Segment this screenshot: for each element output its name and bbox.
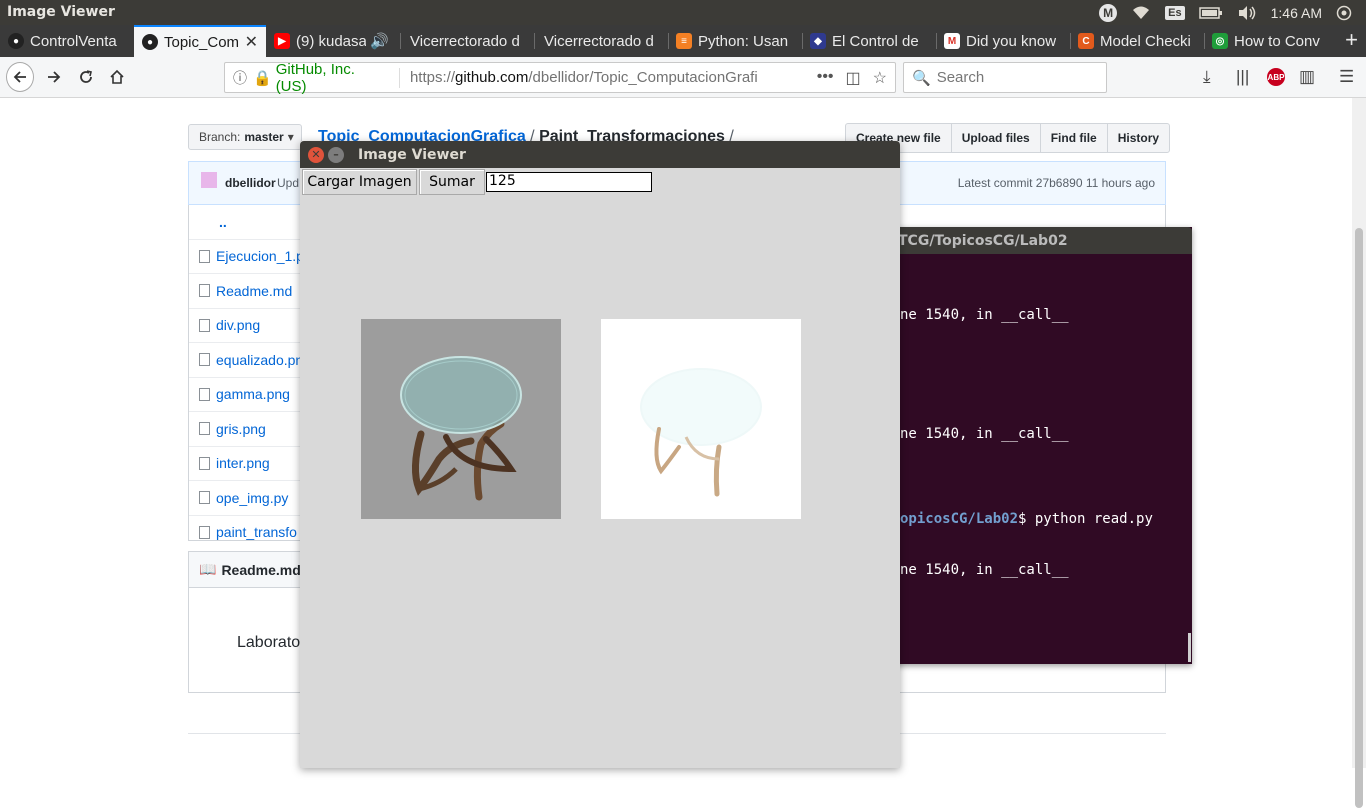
youtube-icon: ▶ [274,33,290,49]
c-logo-icon: C [1078,33,1094,49]
latest-commit-info[interactable]: Latest commit 27b6890 11 hours ago [958,176,1155,190]
green-logo-icon: ◎ [1212,33,1228,49]
tab-model-checking[interactable]: C Model Checki [1070,25,1204,57]
hamburger-menu-icon[interactable]: ☰ [1339,67,1354,87]
find-file-button[interactable]: Find file [1039,124,1107,152]
tab-topic-computacion[interactable]: ● Topic_Com ✕ [134,25,266,57]
branch-selector-button[interactable]: Branch: master ▾ [188,124,302,150]
system-top-panel: Image Viewer M Es 1:46 AM [0,0,1366,25]
tab-vicerrectorado-1[interactable]: Vicerrectorado d [400,25,534,57]
terminal-window[interactable]: TCG/TopicosCG/Lab02 ne 1540, in __call__… [868,227,1192,664]
tab-el-control[interactable]: ◆ El Control de [802,25,936,57]
avatar[interactable] [201,172,217,188]
browser-tab-strip: ● ControlVenta ● Topic_Com ✕ ▶ (9) kudas… [0,25,1366,57]
library-icon[interactable]: ||| [1236,67,1249,87]
image-viewer-window[interactable]: ✕ – Image Viewer Cargar Imagen Sumar 125 [300,141,900,768]
tab-controlventa[interactable]: ● ControlVenta [0,25,134,57]
file-icon [199,456,210,470]
tab-kudasai[interactable]: ▶ (9) kudasai 🔊 [266,25,400,57]
file-icon [199,491,210,505]
window-title: Image Viewer [358,146,466,163]
terminal-line: ne 1540, in __call__ [900,562,1069,578]
file-icon [199,249,210,263]
history-button[interactable]: History [1106,124,1169,152]
site-info-icon[interactable]: ⓘ [233,68,247,88]
commit-author-link[interactable]: dbellidor [225,176,276,190]
file-icon [199,284,210,298]
home-button[interactable] [103,63,131,91]
file-icon [199,318,210,332]
shield-icon: ◆ [810,33,826,49]
search-placeholder: Search [936,69,985,86]
wifi-icon[interactable] [1131,5,1151,21]
gmail-icon: M [944,33,960,49]
keyboard-language-indicator[interactable]: Es [1165,5,1185,20]
file-icon [199,353,210,367]
volume-icon[interactable] [1237,5,1257,21]
search-icon: 🔍 [912,69,931,87]
tab-python-usan[interactable]: ≡ Python: Usan [668,25,802,57]
upload-files-button[interactable]: Upload files [950,124,1040,152]
scrollbar-thumb[interactable] [1355,228,1363,808]
site-identity-label: GitHub, Inc. (US) [275,60,355,95]
close-tab-icon[interactable]: ✕ [245,32,258,52]
github-icon: ● [142,34,158,50]
commit-message[interactable]: Upd [277,176,299,190]
browser-navigation-bar: ⓘ 🔒 GitHub, Inc. (US) https://github.com… [0,57,1366,98]
url-text[interactable]: https://github.com/dbellidor/Topic_Compu… [410,69,817,86]
system-tray: M Es 1:46 AM [1099,0,1366,25]
active-app-title: Image Viewer [7,4,115,20]
url-divider [398,67,400,88]
load-image-button[interactable]: Cargar Imagen [302,169,417,195]
github-icon: ● [8,33,24,49]
mail-indicator-icon[interactable]: M [1099,3,1118,22]
reload-icon [80,70,92,83]
url-bar[interactable]: ⓘ 🔒 GitHub, Inc. (US) https://github.com… [224,60,896,95]
glass-table-image [400,356,522,501]
terminal-line: ne 1540, in __call__ [900,426,1069,442]
tab-vicerrectorado-2[interactable]: Vicerrectorado d [534,25,668,57]
battery-icon[interactable] [1198,6,1223,20]
window-minimize-icon[interactable]: – [328,146,344,163]
bookmark-star-icon[interactable]: ☆ [873,68,887,88]
original-image [361,319,561,519]
secure-lock-icon: 🔒 [253,69,272,87]
adblock-plus-icon[interactable]: ABP [1267,68,1285,86]
file-icon [199,525,210,539]
tab-how-to-convert[interactable]: ◎ How to Conv [1204,25,1334,57]
file-icon [199,387,210,401]
search-bar[interactable]: 🔍 Search [903,62,1107,93]
forward-arrow-icon [48,71,61,83]
stackoverflow-icon: ≡ [676,33,692,49]
terminal-scroll-indicator [1188,633,1191,662]
new-tab-plus-icon[interactable]: + [1345,27,1358,53]
terminal-line: ne 1540, in __call__ [900,307,1069,323]
window-close-icon[interactable]: ✕ [308,146,324,163]
home-icon [110,69,124,84]
back-button[interactable] [6,62,34,92]
terminal-prompt-line: opicosCG/Lab02$ python read.py [900,511,1153,527]
file-icon [199,422,210,436]
pocket-icon[interactable]: ◫ [846,68,861,88]
page-actions-ellipsis-icon[interactable]: ••• [817,68,834,88]
book-icon: 📖 [199,561,217,577]
tab-did-you-know[interactable]: M Did you know [936,25,1070,57]
clock[interactable]: 1:46 AM [1271,5,1322,21]
sidebar-toggle-icon[interactable]: ▥ [1299,67,1315,87]
caret-down-icon: ▾ [287,130,294,144]
terminal-titlebar[interactable]: TCG/TopicosCG/Lab02 [868,227,1192,254]
forward-button[interactable] [40,63,68,91]
brightened-table-image [640,368,762,497]
reload-button[interactable] [72,63,100,91]
processed-image [601,319,801,519]
downloads-icon[interactable]: ⤓ [1203,67,1211,87]
page-scrollbar[interactable] [1352,98,1366,808]
add-button[interactable]: Sumar [419,169,485,195]
speaker-icon[interactable]: 🔊 [370,32,389,50]
readme-body-text: Laborato [237,634,301,651]
image-viewer-titlebar[interactable]: ✕ – Image Viewer [300,141,900,168]
power-settings-icon[interactable] [1336,5,1352,21]
value-entry-field[interactable]: 125 [486,172,652,192]
back-arrow-icon [6,62,34,92]
